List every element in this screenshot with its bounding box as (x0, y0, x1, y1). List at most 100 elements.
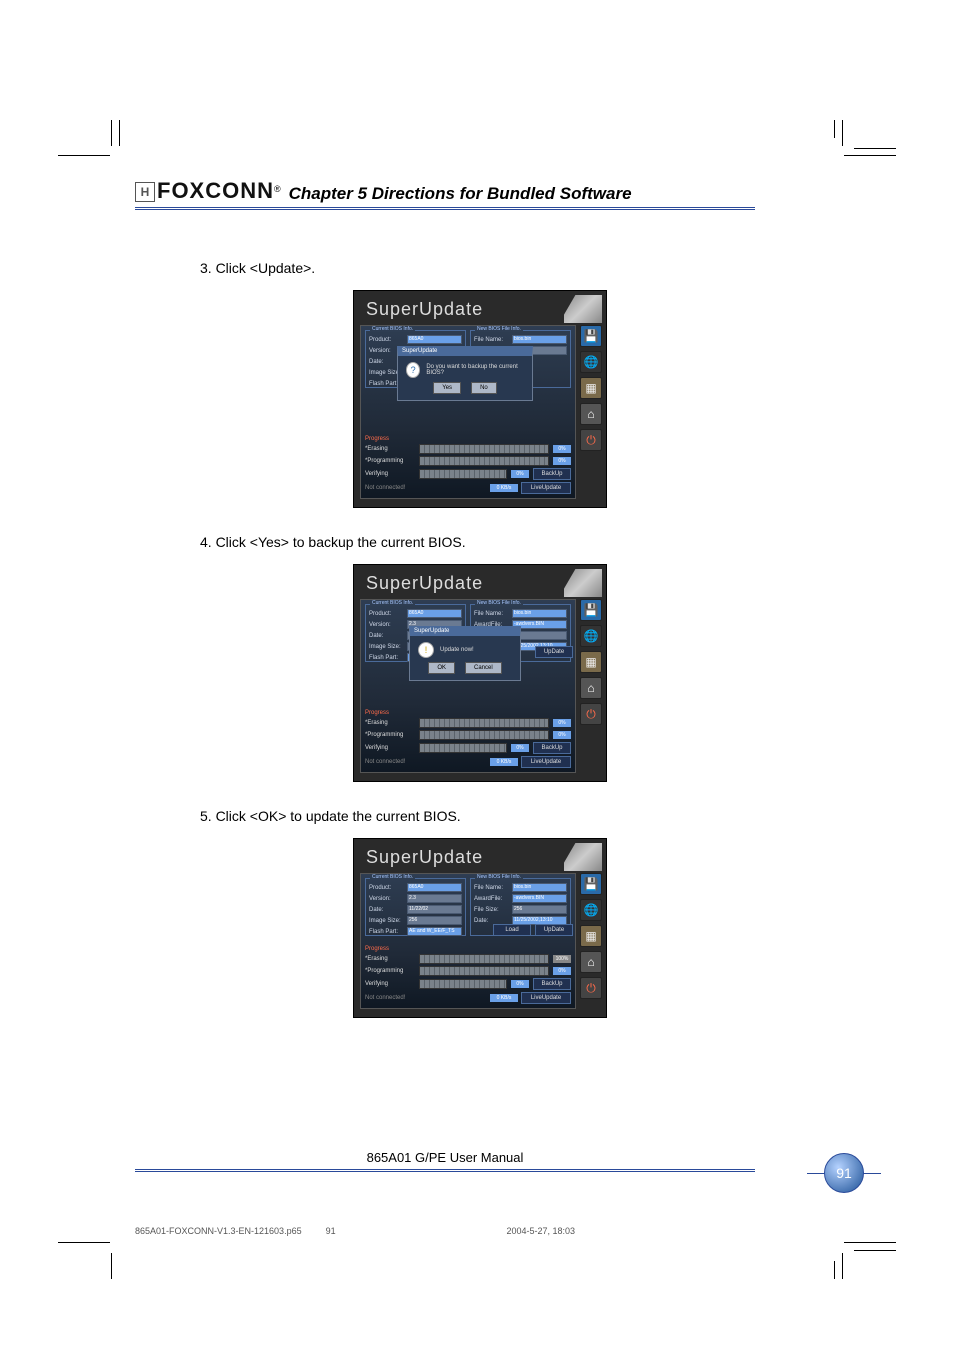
page-number-badge: 91 (824, 1153, 864, 1193)
lab-version: Version: (369, 622, 405, 628)
update-button[interactable]: UpDate (535, 924, 573, 936)
save-icon[interactable]: 💾 (580, 325, 602, 347)
lab-award: AwardFile: (474, 896, 510, 902)
erasing-bar (419, 954, 549, 964)
val-version: 2.3 (407, 894, 462, 903)
progress-header: Progress (365, 436, 571, 442)
val-flash: AE and W_EE/F_TS (407, 927, 462, 936)
save-icon[interactable]: 💾 (580, 599, 602, 621)
power-icon[interactable]: ⏻ (580, 429, 602, 451)
val-product: 865A0 (407, 609, 462, 618)
val-date: 11/22/02 (407, 905, 462, 914)
exclamation-icon: ! (418, 642, 434, 658)
val-fsize: 256 (512, 905, 567, 914)
lab-product: Product: (369, 611, 405, 617)
progress-header: Progress (365, 710, 571, 716)
power-icon[interactable]: ⏻ (580, 977, 602, 999)
lab-fdate: Date: (474, 918, 510, 924)
lab-flash: Flash Part: (369, 655, 405, 661)
brand-logo: H FOXCONN ® (135, 178, 283, 204)
meta-page: 91 (326, 1226, 336, 1236)
lab-imgsize: Image Size: (369, 918, 405, 924)
screenshot-2: SuperUpdate Current BIOS Info. Product:8… (200, 564, 760, 782)
screenshot-1: SuperUpdate Current BIOS Info. Product:8… (200, 290, 760, 508)
gear-icon[interactable]: ⌂ (580, 677, 602, 699)
web-icon[interactable]: 🌐 (580, 351, 602, 373)
cancel-button[interactable]: Cancel (465, 662, 502, 674)
ok-button[interactable]: OK (428, 662, 455, 674)
rate-badge: 0 KB/s (490, 484, 518, 492)
verifying-bar (419, 979, 507, 989)
verifying-pct: 0% (511, 744, 529, 752)
liveupdate-button[interactable]: LiveUpdate (521, 756, 571, 768)
val-award: -awdvers.BIN (512, 894, 567, 903)
save-icon[interactable]: 💾 (580, 873, 602, 895)
verifying-pct: 0% (511, 470, 529, 478)
footer: 865A01 G/PE User Manual (135, 1150, 755, 1176)
app-title: SuperUpdate (358, 297, 487, 322)
app-corner-icon (564, 569, 602, 597)
backup-button[interactable]: BackUp (533, 978, 571, 990)
verifying-bar (419, 743, 507, 753)
chip-icon[interactable]: ▦ (580, 651, 602, 673)
status-text: Not connected! (365, 995, 405, 1001)
screenshot-3: SuperUpdate Current BIOS Info. Product:8… (200, 838, 760, 1018)
chip-icon[interactable]: ▦ (580, 377, 602, 399)
lab-imgsize: Image Size: (369, 644, 405, 650)
erasing-pct: 100% (553, 955, 571, 963)
update-side-button[interactable]: UpDate (535, 646, 573, 658)
web-icon[interactable]: 🌐 (580, 899, 602, 921)
brand-text: FOXCONN (157, 178, 274, 204)
lab-filename: File Name: (474, 611, 510, 617)
val-filename: bios.bin (512, 883, 567, 892)
liveupdate-button[interactable]: LiveUpdate (521, 992, 571, 1004)
question-icon: ? (406, 362, 420, 378)
dialog-title: SuperUpdate (402, 346, 437, 356)
fs-current-title: Current BIOS Info. (370, 874, 415, 880)
step-3-text: 3. Click <Update>. (200, 260, 760, 276)
rate-badge: 0 KB/s (490, 758, 518, 766)
fs-current-title: Current BIOS Info. (370, 600, 415, 606)
erasing-bar (419, 444, 549, 454)
meta-datetime: 2004-5-27, 18:03 (506, 1226, 575, 1236)
gear-icon[interactable]: ⌂ (580, 403, 602, 425)
rate-badge: 0 KB/s (490, 994, 518, 1002)
lab-date: Date: (369, 633, 405, 639)
programming-bar (419, 456, 549, 466)
backup-button[interactable]: BackUp (533, 468, 571, 480)
footer-text: 865A01 G/PE User Manual (135, 1150, 755, 1172)
lab-filename: File Name: (474, 337, 510, 343)
app-corner-icon (564, 843, 602, 871)
progress-header: Progress (365, 946, 571, 952)
chapter-title: Chapter 5 Directions for Bundled Softwar… (289, 184, 632, 204)
liveupdate-button[interactable]: LiveUpdate (521, 482, 571, 494)
programming-bar (419, 966, 549, 976)
load-button[interactable]: Load (493, 924, 531, 936)
val-filename: bios.bin (512, 335, 567, 344)
verifying-label: Verifying (365, 471, 415, 477)
programming-pct: 0% (553, 457, 571, 465)
power-icon[interactable]: ⏻ (580, 703, 602, 725)
yes-button[interactable]: Yes (433, 382, 461, 394)
lab-product: Product: (369, 337, 405, 343)
meta-file: 865A01-FOXCONN-V1.3-EN-121603.p65 (135, 1226, 302, 1236)
status-text: Not connected! (365, 485, 405, 491)
fs-new-title: New BIOS File Info. (475, 326, 523, 332)
verifying-pct: 0% (511, 980, 529, 988)
dialog-title: SuperUpdate (414, 626, 449, 636)
no-button[interactable]: No (471, 382, 497, 394)
chip-icon[interactable]: ▦ (580, 925, 602, 947)
fs-current-title: Current BIOS Info. (370, 326, 415, 332)
lab-product: Product: (369, 885, 405, 891)
programming-pct: 0% (553, 731, 571, 739)
fs-new-title: New BIOS File Info. (475, 874, 523, 880)
update-dialog: SuperUpdate ! Update now! OK Cancel (409, 626, 521, 681)
gear-icon[interactable]: ⌂ (580, 951, 602, 973)
registered-mark: ® (274, 184, 281, 194)
dialog-msg-update: Update now! (440, 647, 474, 653)
backup-dialog: SuperUpdate ? Do you want to backup the … (397, 346, 533, 401)
web-icon[interactable]: 🌐 (580, 625, 602, 647)
backup-button[interactable]: BackUp (533, 742, 571, 754)
verifying-bar (419, 469, 507, 479)
fs-new-title: New BIOS File Info. (475, 600, 523, 606)
